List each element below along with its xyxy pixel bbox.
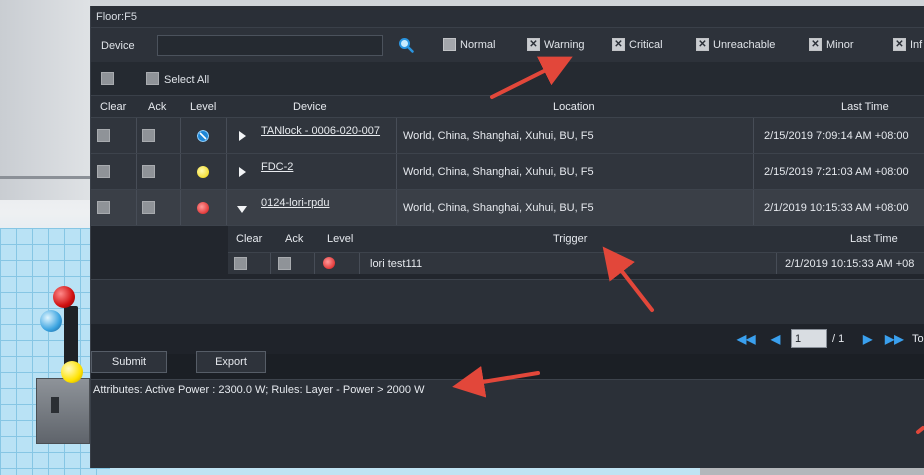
- level-info-icon: [197, 130, 209, 142]
- filter-unreachable-label: Unreachable: [713, 39, 776, 51]
- prev-page-icon[interactable]: ◀: [771, 332, 780, 346]
- export-button[interactable]: Export: [196, 351, 266, 373]
- location-cell: World, China, Shanghai, Xuhui, BU, F5: [403, 166, 594, 178]
- trigger-table-header: Clear Ack Level Trigger Last Time: [228, 226, 924, 252]
- trigger-clear-checkbox[interactable]: [234, 257, 247, 270]
- scene-ledge: [0, 176, 92, 179]
- trigger-table: Clear Ack Level Trigger Last Time lori t…: [228, 226, 924, 280]
- ack-checkbox[interactable]: [142, 165, 155, 178]
- trigger-row[interactable]: lori test111 2/1/2019 10:15:33 AM +08: [228, 252, 924, 274]
- filter-critical-label: Critical: [629, 39, 663, 51]
- filter-unreachable-checkbox[interactable]: ✕: [696, 38, 709, 51]
- expand-row-icon[interactable]: [239, 167, 246, 177]
- sub-column-clear[interactable]: Clear: [236, 233, 262, 245]
- device-link[interactable]: 0124-lori-rpdu: [261, 197, 329, 209]
- collapse-row-icon[interactable]: [237, 206, 247, 213]
- clear-checkbox[interactable]: [97, 165, 110, 178]
- search-icon[interactable]: [398, 37, 414, 53]
- filter-info-label: Inf: [910, 39, 923, 51]
- alarm-panel: Floor:F5 Device Normal ✕ Warning ✕ Criti…: [90, 6, 924, 468]
- device-label: Device: [101, 40, 135, 52]
- last-time-cell: 2/15/2019 7:09:14 AM +08:00: [764, 130, 909, 142]
- filter-critical-checkbox[interactable]: ✕: [612, 38, 625, 51]
- alarm-row[interactable]: FDC-2 World, China, Shanghai, Xuhui, BU,…: [91, 154, 924, 190]
- filter-normal-label: Normal: [460, 39, 496, 51]
- sub-column-level[interactable]: Level: [327, 233, 353, 245]
- filter-warning-label: Warning: [544, 39, 585, 51]
- column-clear[interactable]: Clear: [100, 101, 126, 113]
- alarm-row[interactable]: TANlock - 0006-020-007 World, China, Sha…: [91, 118, 924, 154]
- attributes-panel: Attributes: Active Power : 2300.0 W; Rul…: [91, 379, 924, 468]
- alarm-table-header: Clear Ack Level Device Location Last Tim…: [91, 96, 924, 118]
- expand-row-icon[interactable]: [239, 131, 246, 141]
- device-search-input[interactable]: [157, 35, 383, 56]
- location-cell: World, China, Shanghai, Xuhui, BU, F5: [403, 202, 594, 214]
- column-level[interactable]: Level: [190, 101, 216, 113]
- alarm-orb-warning-icon[interactable]: [61, 361, 83, 383]
- select-bar: Select All: [91, 62, 924, 96]
- filter-normal-checkbox[interactable]: [443, 38, 456, 51]
- column-ack[interactable]: Ack: [148, 101, 166, 113]
- alarm-orb-info-icon[interactable]: [40, 310, 62, 332]
- attributes-text: Attributes: Active Power : 2300.0 W; Rul…: [93, 384, 425, 396]
- last-time-cell: 2/1/2019 10:15:33 AM +08:00: [764, 202, 909, 214]
- trigger-detail: Clear Ack Level Trigger Last Time lori t…: [91, 226, 924, 280]
- clear-checkbox[interactable]: [97, 201, 110, 214]
- level-warning-icon: [197, 166, 209, 178]
- sub-column-last-time[interactable]: Last Time: [850, 233, 898, 245]
- device-link[interactable]: FDC-2: [261, 161, 293, 173]
- sub-column-ack[interactable]: Ack: [285, 233, 303, 245]
- pagination: ◀◀ ◀ / 1 ▶ ▶▶ To: [91, 324, 924, 354]
- select-all-checkbox[interactable]: [146, 72, 159, 85]
- alarm-orb-critical-icon[interactable]: [53, 286, 75, 308]
- filter-minor-checkbox[interactable]: ✕: [809, 38, 822, 51]
- column-last-time[interactable]: Last Time: [841, 101, 889, 113]
- alarm-row[interactable]: 0124-lori-rpdu World, China, Shanghai, X…: [91, 190, 924, 226]
- first-page-icon[interactable]: ◀◀: [737, 332, 755, 346]
- ack-checkbox[interactable]: [142, 129, 155, 142]
- alarm-table: Clear Ack Level Device Location Last Tim…: [91, 96, 924, 326]
- page-number-input[interactable]: [791, 329, 827, 348]
- location-cell: World, China, Shanghai, Xuhui, BU, F5: [403, 130, 594, 142]
- goto-page-label[interactable]: To: [912, 333, 924, 345]
- table-empty-area: [91, 280, 924, 326]
- select-all-label: Select All: [164, 74, 210, 86]
- last-time-cell: 2/15/2019 7:21:03 AM +08:00: [764, 166, 909, 178]
- filter-bar: Device Normal ✕ Warning ✕ Critical ✕ Unr…: [91, 28, 924, 62]
- next-page-icon[interactable]: ▶: [863, 332, 872, 346]
- scene-cabinet[interactable]: [36, 378, 90, 444]
- toolbar-checkbox[interactable]: [101, 72, 114, 85]
- trigger-cell: lori test111: [370, 258, 423, 270]
- filter-info-checkbox[interactable]: ✕: [893, 38, 906, 51]
- column-location[interactable]: Location: [553, 101, 595, 113]
- level-critical-icon: [197, 202, 209, 214]
- clear-checkbox[interactable]: [97, 129, 110, 142]
- scene-wall: [0, 0, 90, 200]
- filter-minor-label: Minor: [826, 39, 854, 51]
- device-link[interactable]: TANlock - 0006-020-007: [261, 125, 380, 137]
- trigger-level-critical-icon: [323, 257, 335, 269]
- page-total: / 1: [832, 333, 845, 345]
- panel-title: Floor:F5: [91, 6, 924, 28]
- column-device[interactable]: Device: [293, 101, 327, 113]
- trigger-last-time-cell: 2/1/2019 10:15:33 AM +08: [785, 258, 915, 270]
- ack-checkbox[interactable]: [142, 201, 155, 214]
- submit-button[interactable]: Submit: [91, 351, 167, 373]
- filter-warning-checkbox[interactable]: ✕: [527, 38, 540, 51]
- sub-column-trigger[interactable]: Trigger: [553, 233, 587, 245]
- last-page-icon[interactable]: ▶▶: [885, 332, 903, 346]
- trigger-ack-checkbox[interactable]: [278, 257, 291, 270]
- scene-rack[interactable]: [64, 306, 78, 366]
